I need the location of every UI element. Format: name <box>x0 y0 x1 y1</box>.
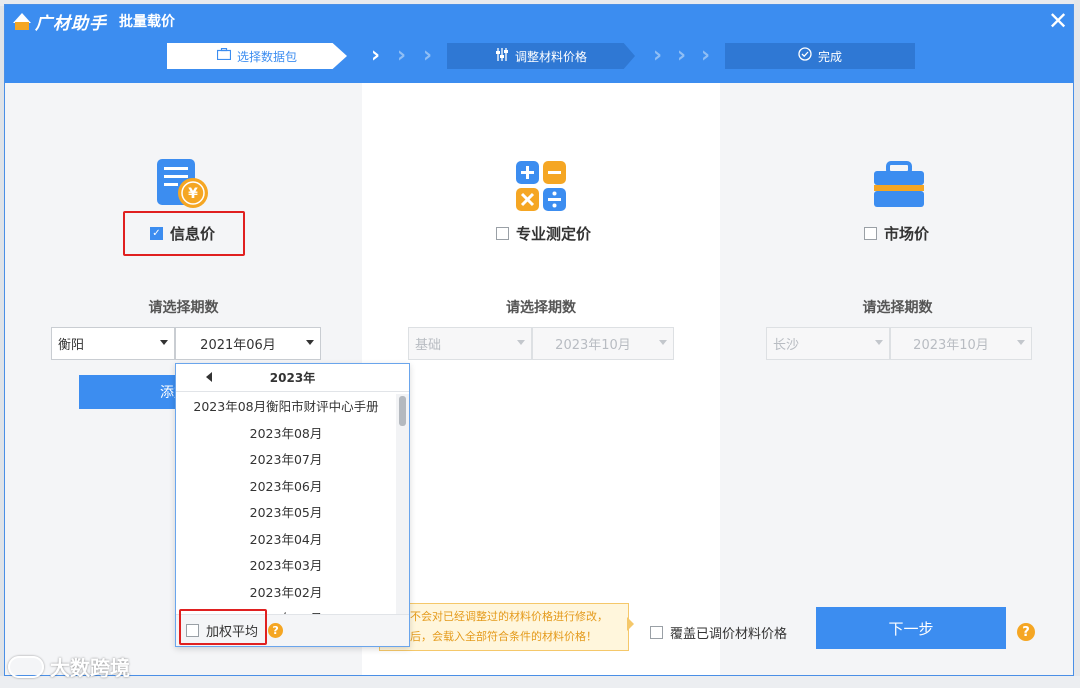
dialog-titlebar: 广材助手 批量载价 ✕ 选择数据包 › › › 调整材料价格 › › › 完成 <box>5 5 1073 83</box>
check-circle-icon <box>798 47 812 65</box>
chevron-left-icon[interactable] <box>206 372 212 382</box>
market-price-option[interactable]: 市场价 <box>864 223 929 244</box>
notice-line: 后，会载入全部符合条件的材料价格！ <box>410 630 597 643</box>
dialog-title: 批量载价 <box>119 14 175 30</box>
period-label: 请选择期数 <box>862 300 933 316</box>
batch-pricing-dialog: 广材助手 批量载价 ✕ 选择数据包 › › › 调整材料价格 › › › 完成 … <box>4 4 1074 676</box>
step-label: 选择数据包 <box>236 49 297 64</box>
region-value: 衡阳 <box>58 338 85 353</box>
dropdown-item[interactable]: 2023年06月 <box>176 474 396 501</box>
step-adjust-prices: 调整材料价格 <box>447 43 635 69</box>
question-icon[interactable]: ? <box>1017 623 1035 641</box>
dropdown-item[interactable]: 2023年04月 <box>176 527 396 554</box>
notice-line: 不会对已经调整过的材料价格进行修改， <box>410 610 608 623</box>
chevron-right-icon: › <box>701 43 711 68</box>
market-price-panel: 市场价 请选择期数 长沙 2023年10月 <box>720 83 1073 675</box>
scrollbar-thumb[interactable] <box>399 396 406 426</box>
close-icon[interactable]: ✕ <box>1045 9 1071 35</box>
overwrite-checkbox[interactable] <box>650 626 663 639</box>
dropdown-year: 2023年 <box>269 371 316 385</box>
period-value: 2023年10月 <box>555 338 631 353</box>
chevron-right-icon: › <box>653 43 663 68</box>
price-document-icon: ¥ <box>155 157 209 215</box>
market-price-checkbox[interactable] <box>864 227 877 240</box>
period-select[interactable]: 2023年10月 <box>890 327 1032 360</box>
background-app-footer <box>0 676 1080 688</box>
dropdown-item[interactable]: 2023年02月 <box>176 580 396 607</box>
region-select[interactable]: 长沙 <box>766 327 890 360</box>
highlight-box <box>123 211 245 256</box>
step-label: 调整材料价格 <box>514 49 587 64</box>
sliders-icon <box>495 47 509 65</box>
period-label: 请选择期数 <box>148 300 219 316</box>
dropdown-item[interactable]: 2023年07月 <box>176 447 396 474</box>
chevron-down-icon <box>659 340 667 345</box>
chevron-right-icon: › <box>423 43 433 68</box>
dropdown-item[interactable]: 2023年03月 <box>176 553 396 580</box>
logo-text: 广材助手 <box>35 13 107 34</box>
package-icon <box>216 47 232 64</box>
next-button-label: 下一步 <box>888 619 934 638</box>
region-value: 长沙 <box>773 338 800 353</box>
question-icon[interactable]: ? <box>268 623 284 638</box>
background-app-edge <box>1074 0 1080 688</box>
step-complete: 完成 <box>725 43 915 69</box>
period-label: 请选择期数 <box>506 300 576 316</box>
dropdown-year-header: 2023年 <box>176 364 409 392</box>
logo-mark-icon <box>11 11 33 31</box>
chevron-right-icon: › <box>371 43 381 68</box>
app-logo: 广材助手 批量载价 <box>11 9 175 34</box>
chevron-down-icon <box>517 340 525 345</box>
period-select[interactable]: 2021年06月 <box>175 327 321 360</box>
step-label: 完成 <box>817 49 842 64</box>
professional-price-option[interactable]: 专业测定价 <box>496 223 591 244</box>
step-select-package: 选择数据包 <box>167 43 347 69</box>
watermark-logo-icon <box>8 655 44 678</box>
chevron-down-icon <box>875 340 883 345</box>
professional-price-checkbox[interactable] <box>496 227 509 240</box>
chevron-down-icon <box>1017 340 1025 345</box>
professional-price-label: 专业测定价 <box>516 225 592 243</box>
dropdown-item[interactable]: 2023年05月 <box>176 500 396 527</box>
chevron-down-icon <box>160 340 168 345</box>
next-button[interactable]: 下一步 <box>816 607 1006 649</box>
dropdown-item[interactable]: 2023年08月 <box>176 421 396 448</box>
dropdown-item[interactable]: 2023年08月衡阳市财评中心手册 <box>176 394 396 421</box>
period-dropdown: 2023年 2023年08月衡阳市财评中心手册 2023年08月 2023年07… <box>175 363 410 647</box>
notice-tooltip: 不会对已经调整过的材料价格进行修改， 后，会载入全部符合条件的材料价格！ <box>379 603 629 651</box>
wizard-steps: 选择数据包 › › › 调整材料价格 › › › 完成 <box>5 43 1073 71</box>
period-select[interactable]: 2023年10月 <box>532 327 674 360</box>
notice-tail <box>627 617 634 631</box>
dropdown-scrollbar[interactable] <box>396 394 409 614</box>
region-select[interactable]: 衡阳 <box>51 327 175 360</box>
briefcase-icon <box>872 161 926 215</box>
chevron-right-icon: › <box>677 43 687 68</box>
market-price-label: 市场价 <box>884 225 930 243</box>
region-select[interactable]: 基础 <box>408 327 532 360</box>
chevron-down-icon <box>306 340 314 345</box>
chevron-right-icon: › <box>397 43 407 68</box>
overwrite-option[interactable]: 覆盖已调价材料价格 <box>650 623 787 642</box>
calculator-icon <box>514 159 568 217</box>
professional-price-panel: 专业测定价 请选择期数 基础 2023年10月 <box>362 83 720 675</box>
region-value: 基础 <box>415 338 442 353</box>
period-value: 2023年10月 <box>913 338 989 353</box>
period-value: 2021年06月 <box>200 338 276 353</box>
dropdown-list: 2023年08月衡阳市财评中心手册 2023年08月 2023年07月 2023… <box>176 394 396 614</box>
highlight-box <box>179 609 267 645</box>
svg-text:¥: ¥ <box>188 186 198 202</box>
watermark: 大数跨境 <box>8 652 130 681</box>
watermark-text: 大数跨境 <box>50 656 130 680</box>
overwrite-label: 覆盖已调价材料价格 <box>670 627 788 642</box>
